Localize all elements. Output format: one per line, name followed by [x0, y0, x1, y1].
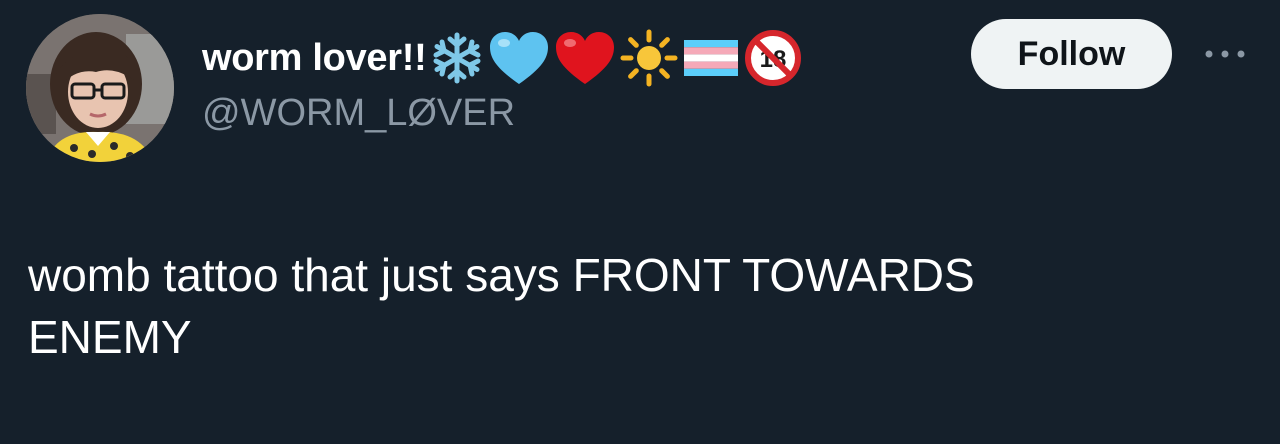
display-name[interactable]: worm lover!! [202, 37, 427, 80]
author-name-row[interactable]: worm lover!! [202, 29, 802, 87]
snowflake-icon [430, 31, 484, 85]
sun-icon [620, 29, 678, 87]
tweet-text: womb tattoo that just says FRONT TOWARDS… [28, 249, 975, 363]
follow-button[interactable]: Follow [971, 19, 1172, 89]
light-blue-heart-icon [488, 30, 550, 86]
red-heart-icon [554, 30, 616, 86]
transgender-flag-icon [682, 38, 740, 78]
author-handle[interactable]: @WORM_LØVER [202, 92, 515, 135]
more-options-button[interactable] [1200, 36, 1250, 72]
more-dots-icon [1205, 50, 1245, 58]
avatar[interactable] [26, 14, 174, 162]
avatar-image [26, 14, 174, 162]
no-one-under-eighteen-icon: 18 [744, 29, 802, 87]
tweet-card: worm lover!! @WORM_LØVER Follow womb tat… [0, 0, 1280, 444]
